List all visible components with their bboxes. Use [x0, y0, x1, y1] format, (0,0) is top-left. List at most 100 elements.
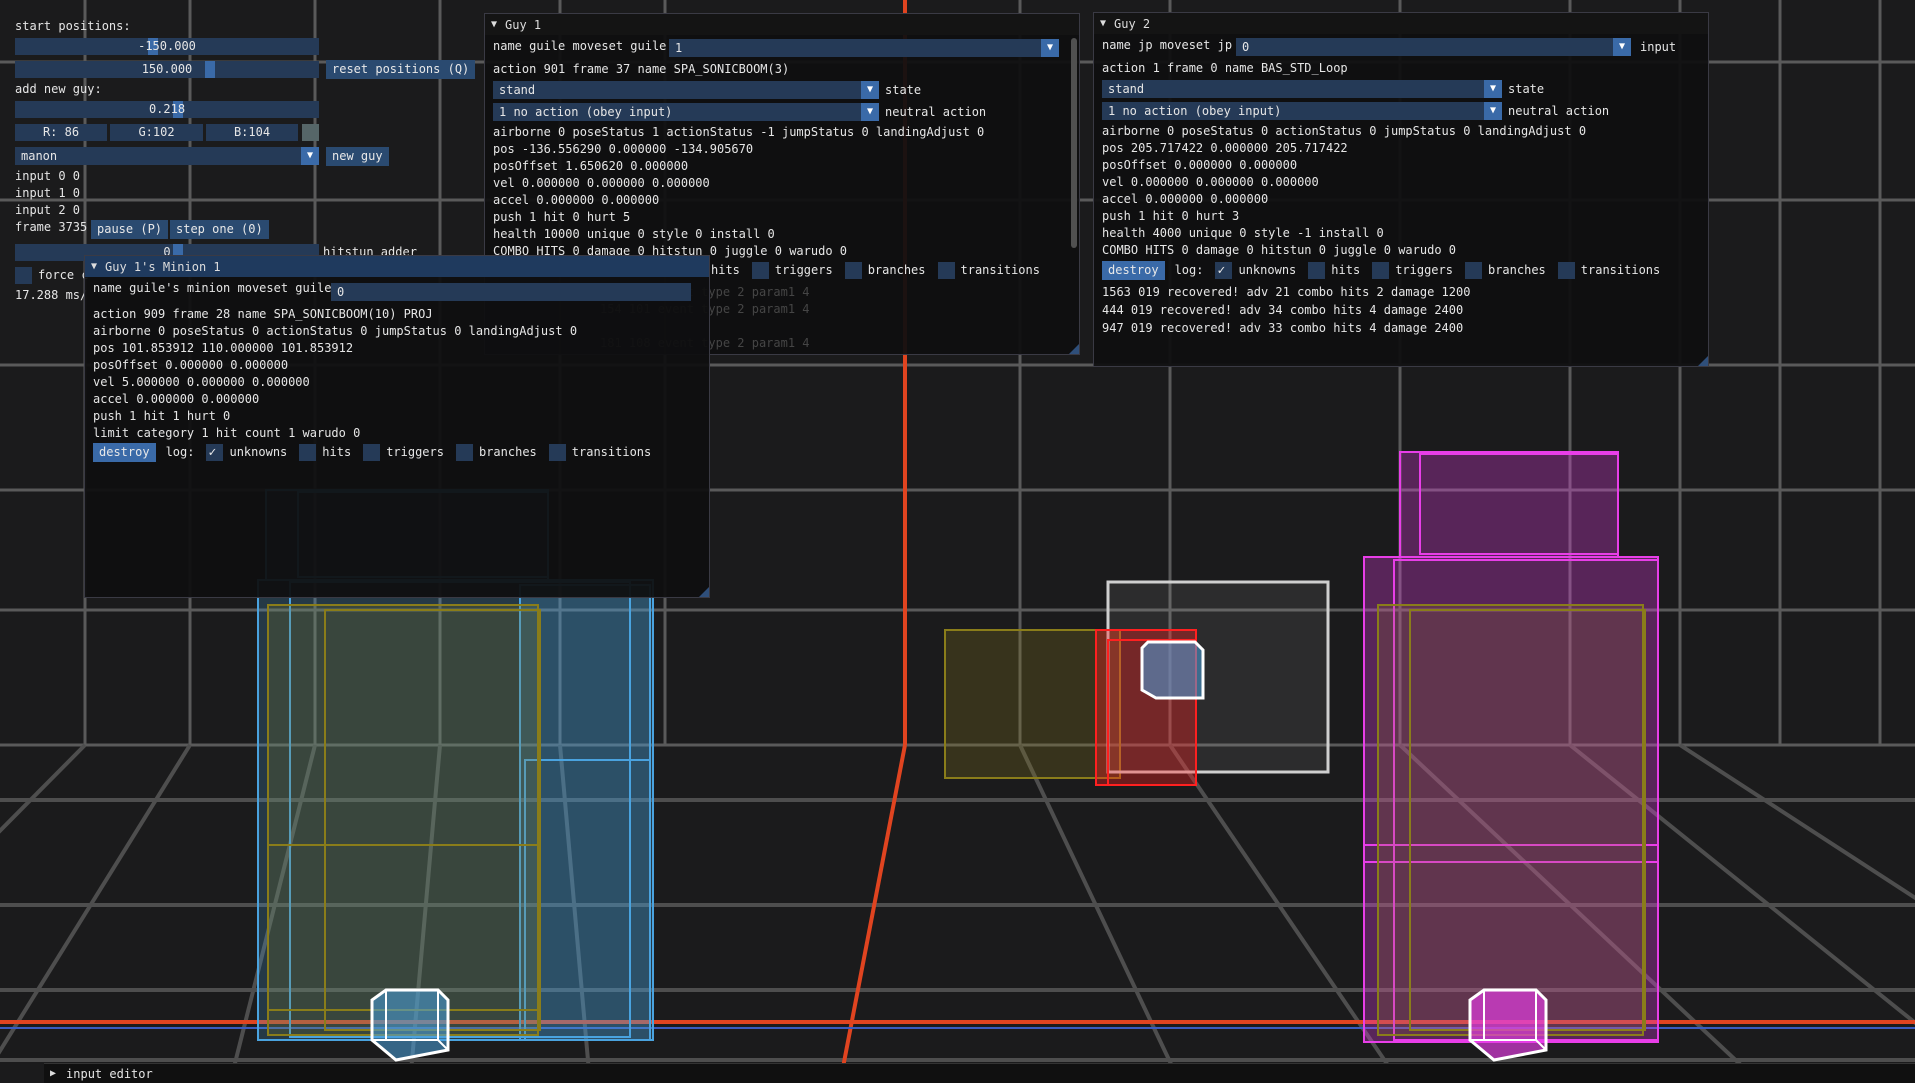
guy2-pos: pos 205.717422 0.000000 205.717422: [1102, 141, 1348, 155]
minion-moveset-field[interactable]: 0: [331, 283, 691, 301]
chevron-down-icon: ▼: [1484, 80, 1502, 98]
color-swatch[interactable]: [302, 124, 319, 141]
minion-log-triggers-checkbox[interactable]: [363, 444, 381, 461]
guy1-accel: accel 0.000000 0.000000: [493, 193, 660, 207]
minion-titlebar[interactable]: ▼ Guy 1's Minion 1: [85, 256, 709, 277]
guy2-name-line: name jp moveset jp: [1102, 38, 1233, 52]
guy1-pos: pos -136.556290 0.000000 -134.905670: [493, 142, 754, 156]
guy2-action-line: action 1 frame 0 name BAS_STD_Loop: [1102, 61, 1348, 75]
minion-log-triggers-label: triggers: [386, 445, 444, 459]
guy2-log-unknowns-label: unknowns: [1238, 263, 1297, 277]
minion-posoffset: posOffset 0.000000 0.000000: [93, 358, 289, 372]
minion-title: Guy 1's Minion 1: [105, 259, 221, 274]
blue-field[interactable]: B:104: [206, 124, 298, 141]
guy2-neutral-select[interactable]: 1 no action (obey input) ▼: [1102, 102, 1502, 120]
guy1-vel: vel 0.000000 0.000000 0.000000: [493, 176, 710, 190]
guy1-posoffset: posOffset 1.650620 0.000000: [493, 159, 689, 173]
minion-log-branches-checkbox[interactable]: [455, 444, 473, 461]
guy1-airborne: airborne 0 poseStatus 1 actionStatus -1 …: [493, 125, 985, 139]
input-2-text: input 2 0: [15, 203, 81, 217]
chevron-down-icon: ▼: [1613, 38, 1631, 56]
guy2-airborne: airborne 0 poseStatus 0 actionStatus 0 j…: [1102, 124, 1587, 138]
start-position-1-slider[interactable]: -150.000: [15, 38, 319, 55]
minion-log-options: destroy log: unknowns hits triggers bran…: [93, 443, 663, 462]
input-editor-bar[interactable]: ▶ input editor: [44, 1063, 1915, 1083]
guy1-log-triggers-label: triggers: [774, 263, 833, 277]
new-guy-button[interactable]: new guy: [326, 147, 389, 166]
guy2-log-branches-label: branches: [1487, 263, 1546, 277]
guy1-titlebar[interactable]: ▼ Guy 1: [485, 14, 1079, 35]
start-position-2-value: 150.000: [141, 62, 193, 76]
minion-action-line: action 909 frame 28 name SPA_SONICBOOM(1…: [93, 307, 433, 321]
guy2-log-triggers-checkbox[interactable]: [1372, 262, 1390, 279]
chevron-down-icon: ▼: [861, 103, 879, 121]
frame-counter: frame 3735: [15, 220, 88, 234]
collapse-icon[interactable]: ▼: [91, 261, 97, 272]
resize-grip-icon[interactable]: [1069, 344, 1079, 354]
guy1-scrollbar[interactable]: [1071, 38, 1077, 248]
guy1-log-triggers-checkbox[interactable]: [751, 262, 769, 279]
minion-log-unknowns-checkbox[interactable]: [206, 443, 224, 462]
guy2-state-label: state: [1508, 82, 1545, 96]
guy2-neutral-value: 1 no action (obey input): [1108, 104, 1282, 118]
pause-button[interactable]: pause (P): [91, 220, 169, 239]
minion-log-hits-checkbox[interactable]: [299, 444, 317, 461]
guy1-moveset-value: 1: [675, 41, 683, 55]
guy1-log-transitions-label: transitions: [960, 263, 1040, 277]
minion-log-branches-label: branches: [478, 445, 537, 459]
guy2-log-unknowns-checkbox[interactable]: [1215, 261, 1233, 280]
guy1-log-transitions-checkbox[interactable]: [937, 262, 955, 279]
guy1-state-label: state: [885, 83, 922, 97]
guy1-state-select[interactable]: stand ▼: [493, 81, 879, 99]
guy2-log-hits-checkbox[interactable]: [1308, 262, 1326, 279]
guy2-vel: vel 0.000000 0.000000 0.000000: [1102, 175, 1319, 189]
guy1-moveset-select[interactable]: 1 ▼: [669, 39, 1059, 57]
hue-value: 0.218: [148, 102, 186, 116]
minion-log-transitions-label: transitions: [571, 445, 652, 459]
force-checkbox-row[interactable]: force c: [15, 267, 89, 284]
reset-positions-button[interactable]: reset positions (Q): [326, 60, 476, 79]
guy2-log-transitions-checkbox[interactable]: [1557, 262, 1575, 279]
start-position-2-slider[interactable]: 150.000: [15, 61, 319, 78]
force-checkbox[interactable]: [15, 267, 32, 284]
minion-log-transitions-checkbox[interactable]: [548, 444, 566, 461]
minion-log-label: log:: [165, 445, 195, 459]
guy2-moveset-select[interactable]: 0 ▼: [1236, 38, 1631, 56]
resize-grip-icon[interactable]: [699, 587, 709, 597]
resize-grip-icon[interactable]: [1698, 356, 1708, 366]
guy1-neutral-select[interactable]: 1 no action (obey input) ▼: [493, 103, 879, 121]
red-field[interactable]: R: 86: [15, 124, 107, 141]
minion-accel: accel 0.000000 0.000000: [93, 392, 260, 406]
start-position-1-value: -150.000: [138, 39, 196, 53]
minion-destroy-button[interactable]: destroy: [93, 443, 156, 462]
guy2-log-line: 1563 019 recovered! adv 21 combo hits 2 …: [1102, 285, 1471, 299]
guy2-accel: accel 0.000000 0.000000: [1102, 192, 1269, 206]
guy1-log-branches-checkbox[interactable]: [844, 262, 862, 279]
green-field[interactable]: G:102: [110, 124, 203, 141]
guy2-titlebar[interactable]: ▼ Guy 2: [1094, 13, 1708, 34]
guy2-window[interactable]: ▼ Guy 2 name jp moveset jp 0 ▼ input acti…: [1093, 12, 1709, 367]
guy2-posoffset: posOffset 0.000000 0.000000: [1102, 158, 1298, 172]
minion-window[interactable]: ▼ Guy 1's Minion 1 name guile's minion mo…: [84, 255, 710, 598]
guy2-position-cube: [1468, 988, 1548, 1062]
hue-slider[interactable]: 0.218: [15, 101, 319, 118]
chevron-down-icon: ▼: [1041, 39, 1059, 57]
guy2-log-branches-checkbox[interactable]: [1464, 262, 1482, 279]
guy2-destroy-button[interactable]: destroy: [1102, 261, 1165, 280]
collapse-icon[interactable]: ▼: [491, 19, 497, 30]
step-one-button[interactable]: step one (0): [170, 220, 269, 239]
guy2-state-select[interactable]: stand ▼: [1102, 80, 1502, 98]
guy1-log-branches-label: branches: [867, 263, 926, 277]
guy1-action-line: action 901 frame 37 name SPA_SONICBOOM(3…: [493, 62, 790, 76]
guy2-moveset-value: 0: [1242, 40, 1250, 54]
guy1-health: health 10000 unique 0 style 0 install 0: [493, 227, 775, 241]
guy1-state-value: stand: [499, 83, 536, 97]
collapse-icon[interactable]: ▼: [1100, 18, 1106, 29]
minion-airborne: airborne 0 poseStatus 0 actionStatus 0 j…: [93, 324, 578, 338]
guy1-push: push 1 hit 0 hurt 5: [493, 210, 631, 224]
minion-log-hits-label: hits: [322, 445, 352, 459]
chevron-down-icon: ▼: [301, 147, 319, 165]
character-select[interactable]: manon ▼: [15, 147, 319, 165]
expand-icon[interactable]: ▶: [50, 1068, 56, 1079]
guy2-log-line: 947 019 recovered! adv 33 combo hits 4 d…: [1102, 321, 1464, 335]
